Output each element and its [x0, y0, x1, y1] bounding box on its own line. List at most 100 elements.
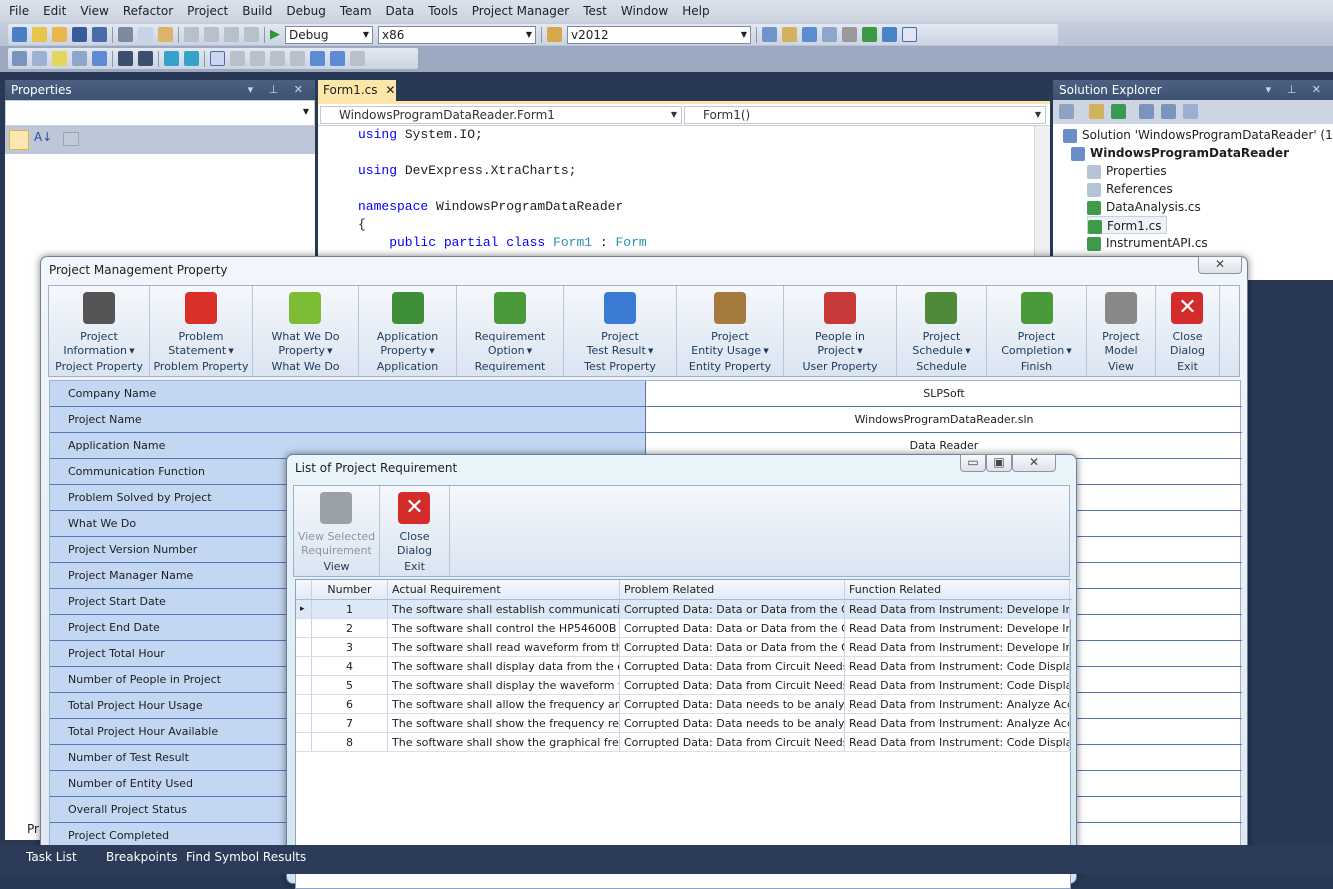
clear-bookmarks-icon[interactable]	[350, 51, 365, 66]
tree-item[interactable]: Properties	[1087, 162, 1167, 180]
bottom-tab[interactable]: Task List	[26, 850, 77, 864]
column-header[interactable]: Number	[312, 580, 388, 599]
uncomment-icon[interactable]	[184, 51, 199, 66]
editor-scrollbar[interactable]	[1034, 126, 1050, 260]
command-window-icon[interactable]	[902, 27, 917, 42]
property-value[interactable]: SLPSoft	[647, 381, 1241, 406]
maximize-button[interactable]: ▣	[986, 454, 1012, 472]
ribbon-button-close-dialog[interactable]: ✕ Close Dialog	[1170, 286, 1205, 358]
tree-item[interactable]: Solution 'WindowsProgramDataReader' (1 p…	[1063, 126, 1333, 144]
menu-project[interactable]: Project	[180, 0, 235, 22]
next-bookmark-icon[interactable]	[250, 51, 265, 66]
toolbox-icon[interactable]	[822, 27, 837, 42]
table-row[interactable]: 4 The software shall display data from th…	[296, 657, 1072, 676]
new-project-icon[interactable]	[12, 27, 27, 42]
config-combo[interactable]: Debug ▼	[285, 25, 373, 44]
toggle-bookmark-icon[interactable]	[210, 51, 225, 66]
indent-icon[interactable]	[138, 51, 153, 66]
bottom-tab[interactable]: Find Symbol Results	[186, 850, 306, 864]
table-row[interactable]: 2 The software shall control the HP54600B…	[296, 619, 1072, 638]
outdent-icon[interactable]	[118, 51, 133, 66]
table-row[interactable]: 3 The software shall read waveform from t…	[296, 638, 1072, 657]
property-row[interactable]: Project Name WindowsProgramDataReader.sln	[50, 407, 1242, 433]
menu-tools[interactable]: Tools	[421, 0, 465, 22]
cut-icon[interactable]	[118, 27, 133, 42]
tree-item[interactable]: InstrumentAPI.cs	[1087, 234, 1208, 252]
open-file-icon[interactable]	[52, 27, 67, 42]
tree-item[interactable]: DataAnalysis.cs	[1087, 198, 1201, 216]
find-in-files-icon[interactable]	[547, 27, 562, 42]
class-combo[interactable]: WindowsProgramDataReader.Form1 ▼	[320, 106, 682, 124]
display-object-member-icon[interactable]	[12, 51, 27, 66]
menu-edit[interactable]: Edit	[36, 0, 73, 22]
copy-icon[interactable]	[138, 27, 153, 42]
next-bookmark-doc-icon[interactable]	[330, 51, 345, 66]
properties-window-icon[interactable]	[782, 27, 797, 42]
import-icon[interactable]	[862, 27, 877, 42]
comment-icon[interactable]	[164, 51, 179, 66]
panel-controls[interactable]: ▾ ⊥ ✕	[1266, 80, 1327, 100]
column-header[interactable]: Function Related	[845, 580, 1070, 599]
add-item-icon[interactable]	[32, 27, 47, 42]
prev-bookmark-icon[interactable]	[230, 51, 245, 66]
column-header[interactable]: Problem Related	[620, 580, 845, 599]
version-combo[interactable]: v2012 ▼	[567, 25, 751, 44]
extension-manager-icon[interactable]	[882, 27, 897, 42]
ribbon-button-project-information[interactable]: Project Information ▼	[63, 286, 135, 358]
tree-item[interactable]: References	[1087, 180, 1173, 198]
tab-form1-cs[interactable]: Form1.cs ✕	[318, 80, 396, 101]
menu-file[interactable]: File	[2, 0, 36, 22]
menu-project-manager[interactable]: Project Manager	[465, 0, 576, 22]
close-window-button[interactable]: ✕	[1012, 454, 1056, 472]
tools-icon[interactable]	[842, 27, 857, 42]
ribbon-button-people-in-project[interactable]: People in Project ▼	[815, 286, 865, 358]
ribbon-button-project-completion[interactable]: Project Completion ▼	[1001, 286, 1072, 358]
table-row[interactable]: ▸ 1 The software shall establish communica…	[296, 600, 1072, 619]
platform-combo[interactable]: x86 ▼	[378, 25, 536, 44]
menu-build[interactable]: Build	[235, 0, 279, 22]
navigate-back-icon[interactable]	[224, 27, 239, 42]
navigate-forward-icon[interactable]	[244, 27, 259, 42]
ribbon-button-application-property[interactable]: Application Property ▼	[377, 286, 438, 358]
object-browser-icon[interactable]	[762, 27, 777, 42]
ribbon-button-project-entity-usage[interactable]: Project Entity Usage ▼	[691, 286, 769, 358]
next-bookmark-folder-icon[interactable]	[290, 51, 305, 66]
save-all-icon[interactable]	[92, 27, 107, 42]
close-window-button[interactable]: ✕	[1198, 256, 1242, 274]
quick-info-icon[interactable]	[52, 51, 67, 66]
view-designer-icon[interactable]	[1161, 104, 1176, 119]
prev-bookmark-doc-icon[interactable]	[310, 51, 325, 66]
show-all-files-icon[interactable]	[1089, 104, 1104, 119]
bookmark-icon[interactable]	[92, 51, 107, 66]
property-pages-icon[interactable]	[63, 132, 79, 146]
menu-data[interactable]: Data	[379, 0, 422, 22]
minimize-button[interactable]: ▭	[960, 454, 986, 472]
ribbon-button-requirement-option[interactable]: Requirement Option ▼	[475, 286, 545, 358]
refresh-icon[interactable]	[1111, 104, 1126, 119]
menu-team[interactable]: Team	[333, 0, 379, 22]
menu-window[interactable]: Window	[614, 0, 675, 22]
menu-test[interactable]: Test	[576, 0, 614, 22]
menu-refactor[interactable]: Refactor	[116, 0, 180, 22]
categorized-icon[interactable]	[9, 130, 29, 150]
parameter-info-icon[interactable]	[32, 51, 47, 66]
table-row[interactable]: 7 The software shall show the frequency r…	[296, 714, 1072, 733]
prev-bookmark-folder-icon[interactable]	[270, 51, 285, 66]
save-icon[interactable]	[72, 27, 87, 42]
view-selected-requirement-button[interactable]: View Selected Requirement	[298, 486, 375, 558]
alphabetical-icon[interactable]: A↓	[34, 130, 52, 144]
ribbon-button-project-model[interactable]: Project Model	[1102, 286, 1140, 358]
ribbon-button-problem-statement[interactable]: Problem Statement ▼	[168, 286, 234, 358]
start-debug-icon[interactable]: ▶	[270, 27, 280, 42]
column-header[interactable]: Actual Requirement	[388, 580, 620, 599]
class-diagram-icon[interactable]	[1183, 104, 1198, 119]
properties-icon[interactable]	[1059, 104, 1074, 119]
properties-bottom-tab[interactable]: Pr	[5, 820, 45, 840]
redo-icon[interactable]	[204, 27, 219, 42]
property-value[interactable]: WindowsProgramDataReader.sln	[647, 407, 1241, 432]
bottom-tab[interactable]: Breakpoints	[106, 850, 177, 864]
class-view-icon[interactable]	[802, 27, 817, 42]
complete-word-icon[interactable]	[72, 51, 87, 66]
ribbon-button-what-we-do-property[interactable]: What We Do Property ▼	[271, 286, 340, 358]
panel-controls[interactable]: ▾ ⊥ ✕	[248, 80, 309, 100]
